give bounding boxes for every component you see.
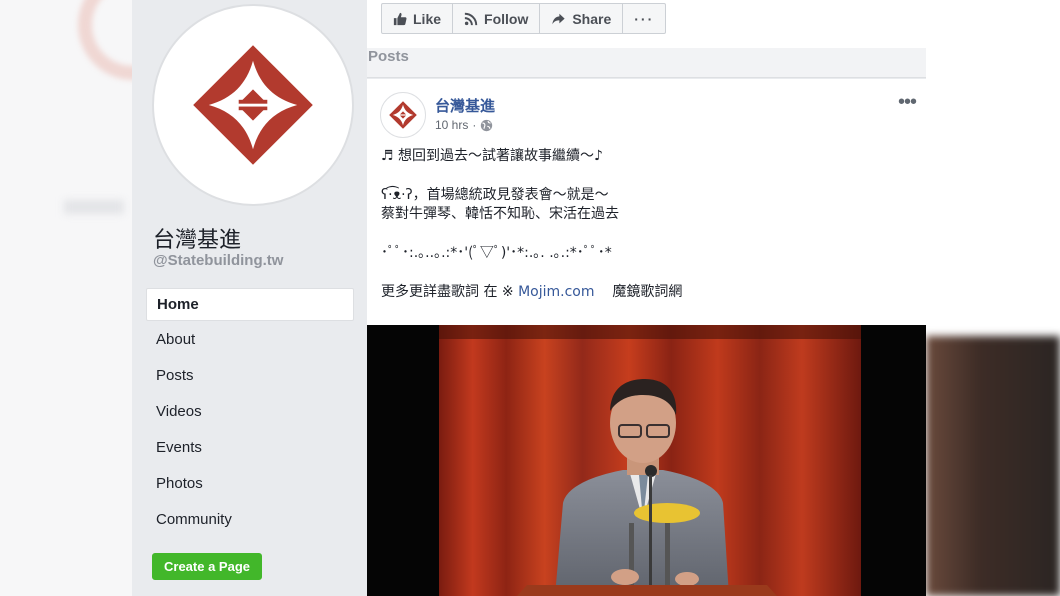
post-text-line: ʕ·͡ᴥ·ʔ，首場總統政見發表會～就是～ bbox=[381, 187, 609, 203]
separator-dot: · bbox=[472, 118, 477, 132]
posts-section-header: Posts bbox=[367, 48, 926, 78]
share-label: Share bbox=[572, 10, 612, 27]
rss-follow-icon bbox=[464, 12, 478, 25]
nav-item-events[interactable]: Events bbox=[146, 432, 354, 468]
lyrics-suffix: 魔鏡歌詞網 bbox=[612, 284, 683, 300]
nav-item-videos[interactable]: Videos bbox=[146, 396, 354, 432]
page-action-bar: Like Follow Share ··· bbox=[367, 0, 926, 48]
post-text-line: ♬ 想回到過去～試著讓故事繼續～♪ bbox=[381, 148, 603, 164]
nav-item-about[interactable]: About bbox=[146, 324, 354, 360]
post-text-line: ･ﾟﾟ･:.｡..｡.:*･'(ﾟ▽ﾟ)'･*:.｡. .｡.:*･ﾟﾟ･* bbox=[381, 245, 612, 261]
statebuilding-logo-icon bbox=[389, 101, 417, 129]
thumbs-up-icon bbox=[393, 12, 407, 25]
post-meta: 10 hrs · bbox=[435, 118, 493, 132]
follow-button[interactable]: Follow bbox=[452, 3, 541, 34]
share-arrow-icon bbox=[552, 13, 565, 24]
post-author-avatar[interactable] bbox=[380, 92, 426, 138]
backdrop-left bbox=[0, 0, 132, 596]
nav-item-posts[interactable]: Posts bbox=[146, 360, 354, 396]
post-timestamp[interactable]: 10 hrs bbox=[435, 118, 468, 132]
create-page-button[interactable]: Create a Page bbox=[152, 553, 262, 580]
page-nav: Home About Posts Videos Events Photos Co… bbox=[146, 288, 354, 540]
page-sidebar: 台灣基進 @Statebuilding.tw Home About Posts … bbox=[132, 0, 367, 596]
like-button[interactable]: Like bbox=[381, 3, 454, 34]
mojim-link[interactable]: Mojim.com bbox=[518, 284, 594, 300]
lyrics-prefix: 更多更詳盡歌詞 在 ※ bbox=[381, 284, 519, 300]
blurred-text bbox=[64, 200, 124, 214]
post-card: 台灣基進 10 hrs · ••• ♬ 想回到過去～試著讓故事繼續～♪ ʕ·͡ᴥ… bbox=[367, 79, 926, 596]
post-text-line: 蔡對牛彈琴、韓恬不知恥、宋活在過去 bbox=[381, 206, 619, 222]
share-button[interactable]: Share bbox=[539, 3, 624, 34]
post-video[interactable] bbox=[367, 325, 926, 596]
post-body: ♬ 想回到過去～試著讓故事繼續～♪ ʕ·͡ᴥ·ʔ，首場總統政見發表會～就是～ 蔡… bbox=[381, 147, 682, 302]
page-handle[interactable]: @Statebuilding.tw bbox=[153, 252, 283, 269]
action-button-group: Like Follow Share ··· bbox=[381, 3, 667, 34]
post-author-name[interactable]: 台灣基進 bbox=[435, 95, 495, 116]
like-label: Like bbox=[413, 10, 442, 27]
blurred-video bbox=[926, 336, 1060, 596]
statebuilding-logo-icon bbox=[193, 45, 313, 165]
lyrics-spacer bbox=[595, 284, 613, 300]
main-column: Like Follow Share ··· Posts 台灣基進 10 hrs … bbox=[367, 0, 926, 596]
nav-item-home[interactable]: Home bbox=[146, 288, 354, 321]
more-actions-button[interactable]: ··· bbox=[622, 3, 667, 34]
post-options-icon[interactable]: ••• bbox=[898, 91, 917, 114]
page-profile-picture[interactable] bbox=[152, 4, 354, 206]
nav-item-photos[interactable]: Photos bbox=[146, 468, 354, 504]
blurred-logo bbox=[78, 0, 132, 80]
lyrics-credit: 更多更詳盡歌詞 在 ※ Mojim.com 魔鏡歌詞網 bbox=[381, 283, 682, 302]
page-title: 台灣基進 bbox=[153, 228, 242, 253]
follow-label: Follow bbox=[484, 10, 529, 27]
nav-item-community[interactable]: Community bbox=[146, 504, 354, 540]
backdrop-right bbox=[926, 0, 1060, 596]
globe-icon[interactable] bbox=[480, 119, 493, 132]
video-thumbnail-image bbox=[367, 325, 926, 596]
